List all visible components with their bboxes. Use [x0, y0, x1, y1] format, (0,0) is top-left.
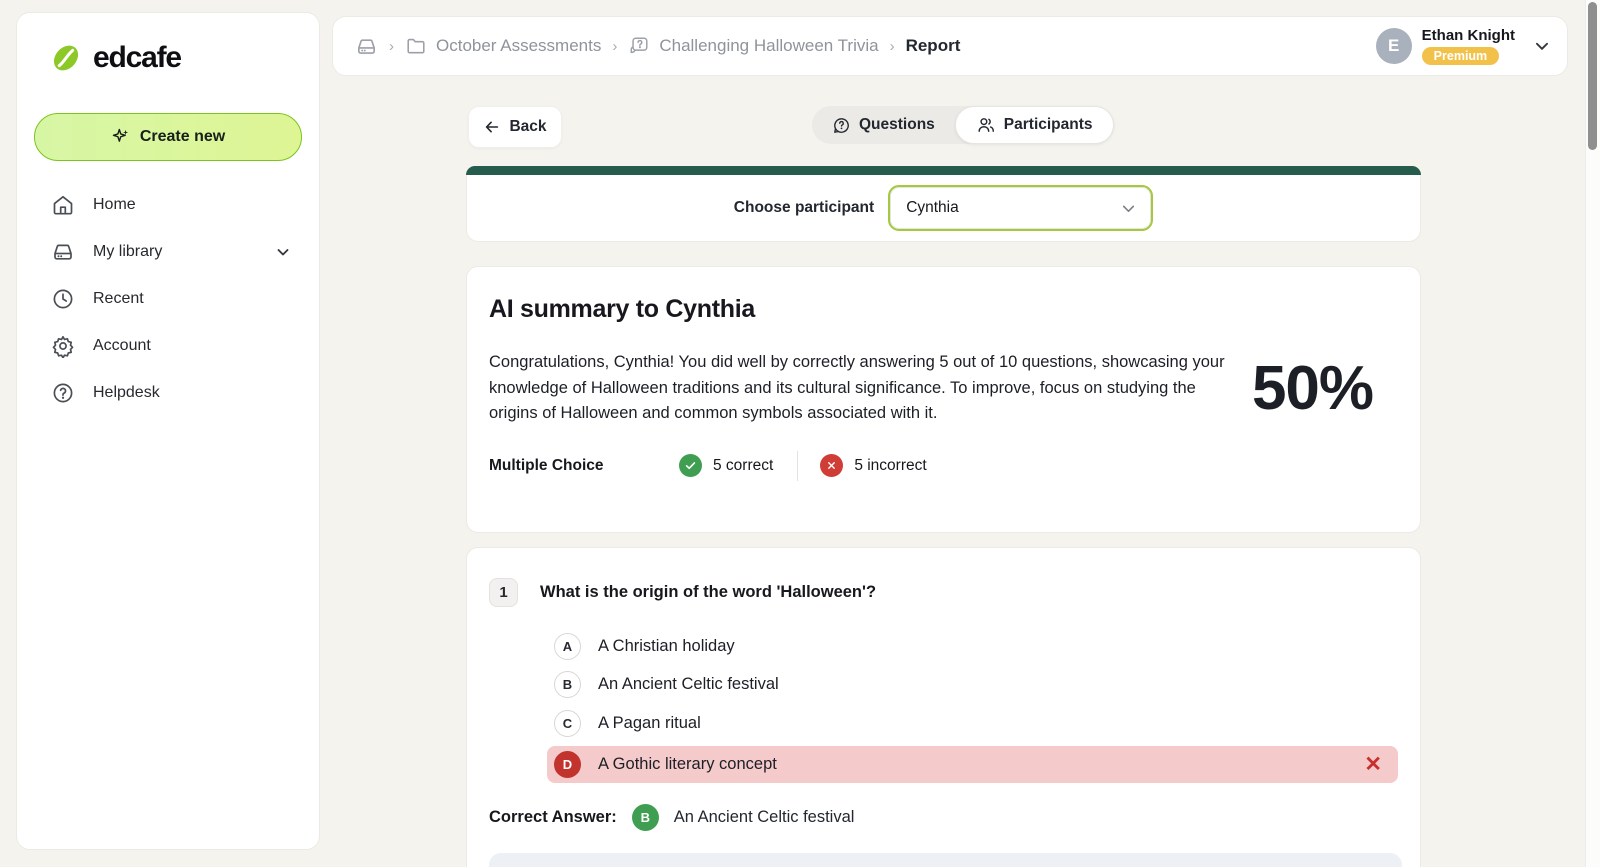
- sidebar-item-recent[interactable]: Recent: [17, 275, 319, 322]
- explanation-box: Explanation: [489, 853, 1402, 867]
- quiz-icon: [628, 35, 650, 57]
- ai-summary-card: AI summary to Cynthia Congratulations, C…: [466, 266, 1421, 533]
- drive-icon[interactable]: [355, 35, 378, 58]
- breadcrumb-label: Challenging Halloween Trivia: [659, 36, 878, 56]
- correct-answer-text: An Ancient Celtic festival: [674, 808, 855, 827]
- option-text: A Christian holiday: [598, 637, 735, 656]
- sidebar-item-label: Account: [93, 337, 151, 355]
- sidebar-item-home[interactable]: Home: [17, 181, 319, 228]
- summary-title: AI summary to Cynthia: [489, 295, 1396, 324]
- back-button[interactable]: Back: [468, 106, 562, 148]
- edcafe-bean-icon: [47, 39, 85, 77]
- choose-participant-label: Choose participant: [734, 199, 874, 217]
- back-label: Back: [509, 118, 546, 136]
- library-icon: [51, 240, 75, 264]
- breadcrumb-folder[interactable]: October Assessments: [405, 35, 601, 57]
- question-text: What is the origin of the word 'Hallowee…: [540, 578, 876, 602]
- option-a: A A Christian holiday: [554, 627, 1398, 666]
- incorrect-stat-label: 5 incorrect: [854, 457, 926, 475]
- correct-stat: 5 correct: [679, 454, 773, 477]
- check-circle-icon: [679, 454, 702, 477]
- stats-divider: [797, 451, 798, 481]
- sidebar-item-my-library[interactable]: My library: [17, 228, 319, 275]
- clock-icon: [51, 287, 75, 311]
- option-letter-badge: D: [554, 751, 581, 778]
- participants-icon: [976, 115, 996, 135]
- breadcrumb-separator: ›: [389, 38, 394, 55]
- incorrect-x-icon: ✕: [1364, 754, 1382, 775]
- sidebar-item-label: Home: [93, 196, 136, 214]
- participant-picker-card: Choose participant Cynthia: [466, 166, 1421, 242]
- sidebar-item-label: My library: [93, 243, 162, 261]
- card-accent-bar: [466, 166, 1421, 175]
- sparkle-icon: [111, 127, 131, 147]
- breadcrumb-quiz[interactable]: Challenging Halloween Trivia: [628, 35, 878, 57]
- option-letter-badge: B: [554, 671, 581, 698]
- score-value: 50%: [1252, 353, 1373, 424]
- participant-select[interactable]: Cynthia: [888, 185, 1153, 231]
- help-icon: [51, 381, 75, 405]
- arrow-left-icon: [483, 118, 501, 136]
- options-list: A A Christian holiday B An Ancient Celti…: [554, 627, 1398, 783]
- sidebar: edcafe Create new Home My library: [16, 12, 320, 850]
- breadcrumb-current: Report: [906, 36, 961, 56]
- create-new-button[interactable]: Create new: [34, 113, 302, 161]
- option-c: C A Pagan ritual: [554, 704, 1398, 743]
- gear-icon: [51, 334, 75, 358]
- sidebar-nav: Home My library Recent: [17, 181, 319, 416]
- breadcrumb: › October Assessments › Challenging Hall…: [355, 35, 960, 58]
- question-type-label: Multiple Choice: [489, 457, 679, 475]
- incorrect-stat: 5 incorrect: [820, 454, 926, 477]
- breadcrumb-separator: ›: [612, 38, 617, 55]
- option-letter-badge: A: [554, 633, 581, 660]
- summary-body: Congratulations, Cynthia! You did well b…: [489, 350, 1229, 427]
- sidebar-item-account[interactable]: Account: [17, 322, 319, 369]
- folder-icon: [405, 35, 427, 57]
- option-b: B An Ancient Celtic festival: [554, 666, 1398, 705]
- chevron-down-icon: [275, 244, 291, 260]
- tab-participants[interactable]: Participants: [955, 106, 1114, 144]
- sidebar-item-helpdesk[interactable]: Helpdesk: [17, 369, 319, 416]
- premium-badge: Premium: [1422, 47, 1500, 65]
- breadcrumb-label: October Assessments: [436, 36, 601, 56]
- user-menu[interactable]: E Ethan Knight Premium: [1376, 27, 1551, 65]
- option-text: A Pagan ritual: [598, 714, 701, 733]
- app-logo[interactable]: edcafe: [17, 13, 319, 77]
- sidebar-item-label: Recent: [93, 290, 144, 308]
- chevron-down-icon: [1120, 200, 1137, 217]
- sidebar-item-label: Helpdesk: [93, 384, 160, 402]
- user-name: Ethan Knight: [1422, 27, 1515, 44]
- tab-label: Questions: [859, 116, 935, 134]
- option-d-incorrect: D A Gothic literary concept ✕: [547, 746, 1398, 783]
- breadcrumb-separator: ›: [890, 38, 895, 55]
- question-number-badge: 1: [489, 578, 518, 607]
- home-icon: [51, 193, 75, 217]
- view-tabs: Questions Participants: [812, 106, 1114, 144]
- correct-stat-label: 5 correct: [713, 457, 773, 475]
- question-bubble-icon: [832, 116, 851, 135]
- app-name: edcafe: [93, 41, 181, 75]
- option-text: A Gothic literary concept: [598, 755, 777, 774]
- chevron-down-icon: [1533, 37, 1551, 55]
- question-card: 1 What is the origin of the word 'Hallow…: [466, 547, 1421, 867]
- tab-questions[interactable]: Questions: [812, 106, 955, 144]
- correct-answer-label: Correct Answer:: [489, 808, 617, 827]
- scrollbar-track[interactable]: [1585, 0, 1600, 867]
- avatar: E: [1376, 28, 1412, 64]
- correct-answer-row: Correct Answer: B An Ancient Celtic fest…: [489, 804, 1398, 831]
- tab-label: Participants: [1004, 116, 1093, 134]
- option-letter-badge: C: [554, 710, 581, 737]
- x-circle-icon: [820, 454, 843, 477]
- create-new-label: Create new: [140, 128, 225, 146]
- scrollbar-thumb[interactable]: [1588, 2, 1597, 150]
- option-text: An Ancient Celtic festival: [598, 675, 779, 694]
- summary-stats: Multiple Choice 5 correct 5 incorrect: [489, 451, 1396, 481]
- header-bar: › October Assessments › Challenging Hall…: [332, 16, 1568, 76]
- participant-select-value: Cynthia: [906, 199, 1120, 217]
- correct-answer-letter-badge: B: [632, 804, 659, 831]
